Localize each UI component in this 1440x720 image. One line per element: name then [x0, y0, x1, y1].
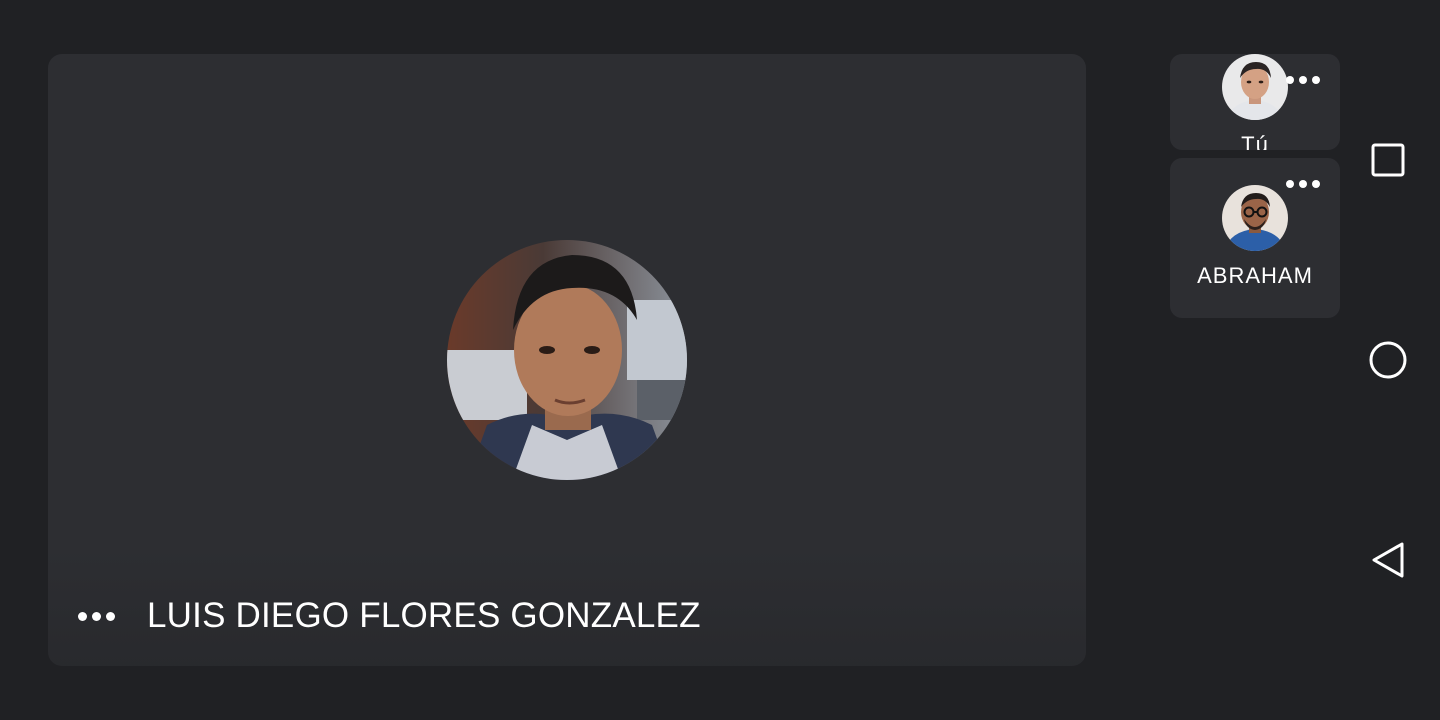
- main-participant-footer: LUIS DIEGO FLORES GONZALEZ: [78, 596, 701, 636]
- triangle-back-icon[interactable]: [1360, 532, 1416, 588]
- self-participant-name: Tú: [1241, 132, 1269, 150]
- system-navigation-bar: [1336, 0, 1440, 720]
- participant-tile-abraham[interactable]: ABRAHAM: [1170, 158, 1340, 318]
- meet-call-screen: LUIS DIEGO FLORES GONZALEZ Tú ABRAHAM: [0, 0, 1440, 720]
- self-participant-tile[interactable]: Tú: [1170, 54, 1340, 150]
- more-horizontal-icon[interactable]: [1286, 76, 1320, 84]
- main-participant-name: LUIS DIEGO FLORES GONZALEZ: [147, 596, 701, 635]
- participant-avatar-abraham: [1222, 185, 1288, 251]
- circle-home-icon[interactable]: [1360, 332, 1416, 388]
- square-recents-icon[interactable]: [1360, 132, 1416, 188]
- more-horizontal-icon[interactable]: [78, 611, 115, 621]
- main-participant-avatar: [447, 240, 687, 480]
- more-horizontal-icon[interactable]: [1286, 180, 1320, 188]
- main-participant-tile[interactable]: LUIS DIEGO FLORES GONZALEZ: [48, 54, 1086, 666]
- participant-name-abraham: ABRAHAM: [1197, 263, 1313, 288]
- self-participant-avatar: [1222, 54, 1288, 120]
